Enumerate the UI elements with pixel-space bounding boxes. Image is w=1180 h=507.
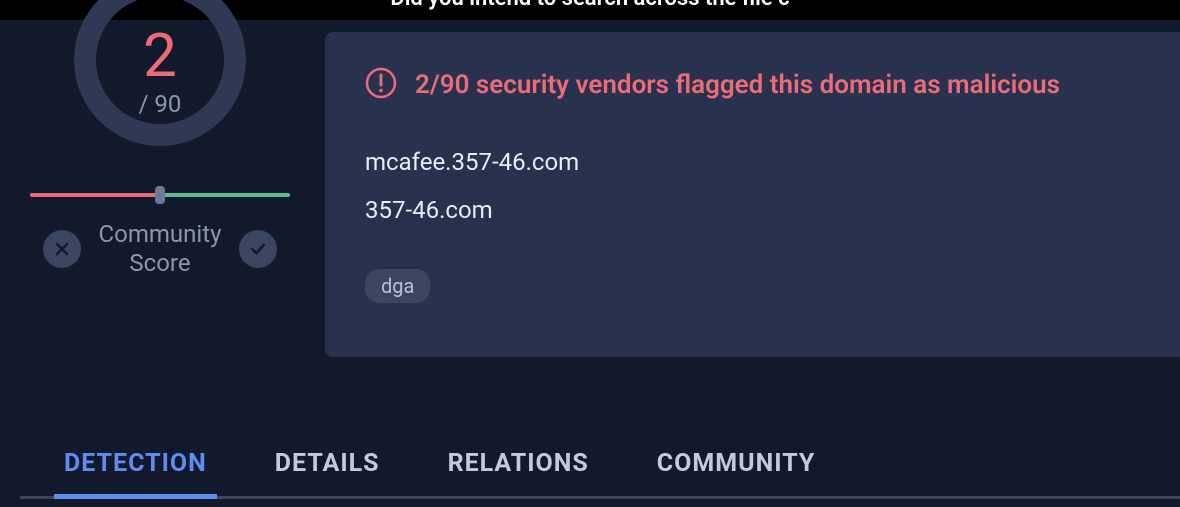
score-value: 2 — [70, 20, 250, 91]
main-area: 2 / 90 Community Score — [0, 20, 1180, 507]
community-label-line1: Community — [99, 220, 222, 249]
alert-icon — [365, 67, 397, 103]
warning-text: 2/90 security vendors flagged this domai… — [415, 70, 1060, 100]
top-banner-text: Did you intend to search across the file… — [390, 0, 789, 11]
community-slider[interactable] — [30, 190, 290, 200]
tab-relations[interactable]: RELATIONS — [444, 431, 593, 496]
info-panel: 2/90 security vendors flagged this domai… — [325, 32, 1180, 357]
tabs-bar: DETECTION DETAILS RELATIONS COMMUNITY — [20, 431, 1180, 499]
score-total: / 90 — [70, 90, 250, 118]
vote-up-button[interactable] — [239, 230, 277, 268]
domain-root: 357-46.com — [365, 196, 1140, 224]
check-icon — [248, 239, 268, 259]
tab-detection[interactable]: DETECTION — [60, 431, 211, 496]
score-panel: 2 / 90 Community Score — [20, 20, 300, 278]
tab-community[interactable]: COMMUNITY — [653, 431, 820, 496]
domain-full: mcafee.357-46.com — [365, 148, 1140, 176]
community-vote-row: Community Score — [20, 220, 300, 278]
slider-negative-track — [30, 193, 160, 197]
score-ring: 2 / 90 — [70, 0, 250, 150]
tag-dga[interactable]: dga — [365, 269, 430, 303]
warning-row: 2/90 security vendors flagged this domai… — [365, 67, 1140, 103]
vote-down-button[interactable] — [43, 230, 81, 268]
slider-handle[interactable] — [155, 186, 165, 204]
tab-details[interactable]: DETAILS — [271, 431, 384, 496]
close-icon — [52, 239, 72, 259]
community-score-label: Community Score — [99, 220, 222, 278]
community-label-line2: Score — [99, 249, 222, 278]
slider-positive-track — [160, 193, 290, 197]
